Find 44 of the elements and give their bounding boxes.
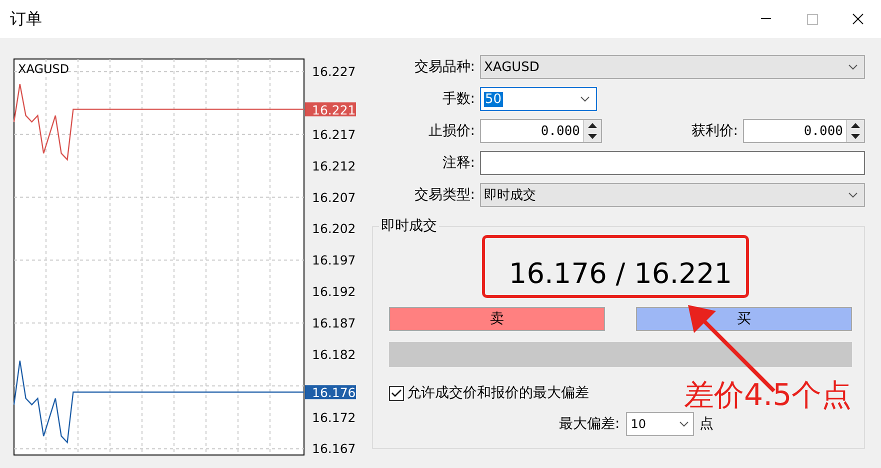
- unit-label: 点: [700, 415, 714, 433]
- field-label: 注释:: [441, 154, 475, 172]
- bid-ask-price: 16.176 / 16.221: [508, 257, 732, 291]
- axis-tick-label: 16.182: [312, 346, 356, 362]
- chevron-down-icon: [678, 421, 689, 427]
- field-label: 交易类型:: [413, 186, 475, 204]
- stop-loss-field[interactable]: 0.000: [480, 119, 602, 143]
- minimize-icon[interactable]: [761, 18, 771, 20]
- axis-tick-label: 16.212: [312, 158, 356, 174]
- field-label: 最大偏差:: [559, 415, 620, 433]
- check-icon: [391, 388, 402, 398]
- group-title: 即时成交: [380, 217, 438, 235]
- annotation-text: 差价4.5个点: [684, 377, 852, 415]
- axis-tick-label: 16.192: [312, 284, 356, 300]
- price-tag: 16.176: [305, 385, 356, 400]
- volume-dropdown[interactable]: 50: [480, 87, 597, 111]
- field-label: 手数:: [441, 90, 475, 108]
- axis-tick-label: 16.227: [312, 64, 356, 80]
- close-icon[interactable]: [852, 13, 864, 25]
- axis-tick-label: 16.207: [312, 190, 356, 205]
- checkbox-label: 允许成交价和报价的最大偏差: [407, 384, 589, 402]
- sell-button[interactable]: 卖: [389, 307, 605, 331]
- window-title: 订单: [10, 8, 43, 30]
- axis-tick-label: 16.167: [312, 441, 356, 456]
- axis-tick-label: 16.172: [312, 410, 356, 425]
- axis-tick-label: 16.217: [312, 126, 356, 142]
- order-type-dropdown[interactable]: 即时成交: [480, 183, 865, 207]
- axis-tick-label: 16.197: [312, 252, 356, 268]
- chevron-down-icon: [848, 64, 858, 70]
- chevron-down-icon: [580, 96, 590, 102]
- buy-button[interactable]: 买: [636, 307, 852, 331]
- symbol-dropdown[interactable]: XAGUSD: [480, 55, 865, 79]
- take-profit-field[interactable]: 0.000: [743, 119, 865, 143]
- deviation-checkbox[interactable]: [389, 386, 404, 400]
- deviation-dropdown[interactable]: 10: [626, 412, 694, 436]
- chevron-down-icon: [848, 192, 858, 198]
- field-label: 交易品种:: [413, 58, 475, 76]
- field-label: 获利价:: [690, 122, 738, 140]
- chart-symbol: XAGUSD: [18, 62, 70, 76]
- price-tag: 16.221: [305, 102, 356, 118]
- axis-tick-label: 16.202: [312, 221, 356, 236]
- comment-field[interactable]: [480, 151, 865, 175]
- axis-tick-label: 16.187: [312, 316, 356, 330]
- field-label: 止损价:: [427, 122, 475, 140]
